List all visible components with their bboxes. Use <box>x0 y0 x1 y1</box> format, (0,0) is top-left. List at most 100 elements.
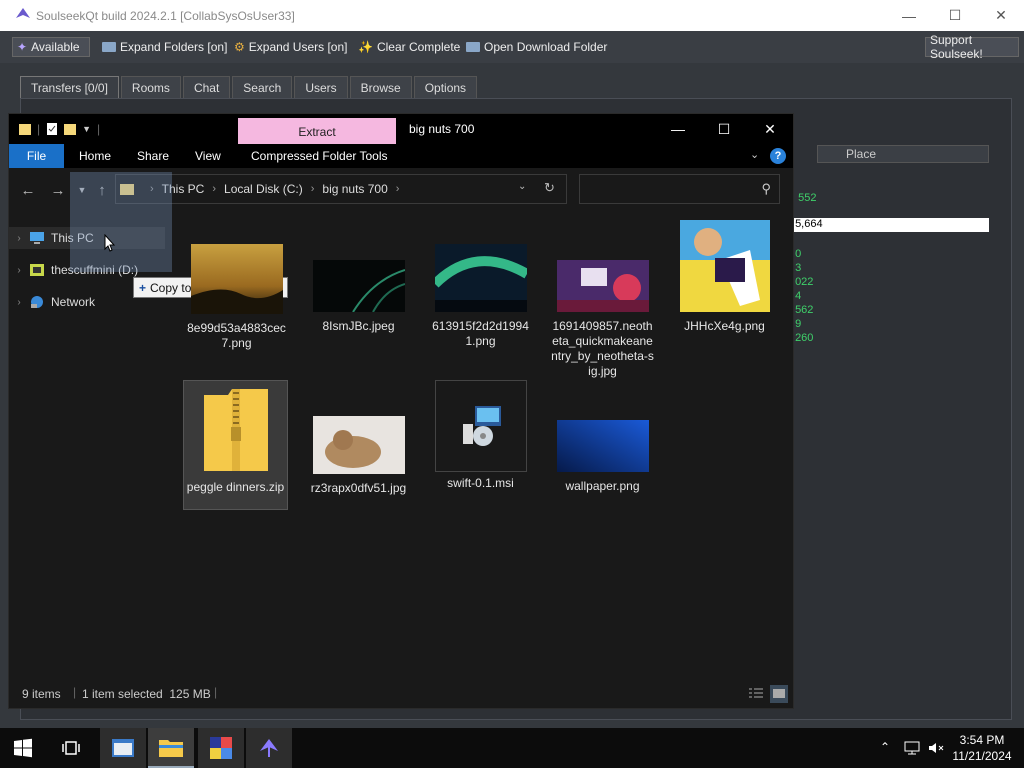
system-clock[interactable]: 3:54 PM 11/21/2024 <box>944 732 1020 764</box>
file-explorer-window: | ▼ | Extract big nuts 700 — ☐ ✕ File Ho… <box>8 113 794 709</box>
volume-muted-icon[interactable] <box>928 741 944 755</box>
back-arrow-icon[interactable]: ← <box>17 180 39 200</box>
properties-icon[interactable] <box>46 122 58 136</box>
breadcrumb-current-folder[interactable]: big nuts 700 <box>322 182 387 196</box>
file-item[interactable]: 613915f2d2d19941.png <box>429 244 532 349</box>
item-count: 9 items <box>22 687 61 701</box>
address-dropdown-icon[interactable]: ⌄ <box>518 181 526 192</box>
tab-chat[interactable]: Chat <box>182 76 231 99</box>
taskbar-app-soulseek[interactable] <box>246 728 292 768</box>
computer-icon <box>30 232 44 244</box>
sunset-image-icon <box>190 244 283 314</box>
tab-browse[interactable]: Browse <box>349 76 412 99</box>
network-status-icon[interactable] <box>904 741 920 755</box>
expand-folders-button[interactable]: Expand Folders [on] <box>98 37 231 57</box>
file-name: rz3rapx0dfv51.jpg <box>310 481 407 495</box>
file-item[interactable]: wallpaper.png <box>551 420 654 494</box>
tab-file[interactable]: File <box>9 144 64 168</box>
chevron-right-icon[interactable]: › <box>9 297 29 308</box>
taskbar-app-file-explorer[interactable] <box>148 728 194 768</box>
file-name: wallpaper.png <box>565 479 640 493</box>
place-column-header[interactable]: Place <box>817 145 989 163</box>
file-name: JHHcXe4g.png <box>684 319 765 333</box>
task-view-button[interactable] <box>48 728 94 768</box>
expand-users-button[interactable]: ⚙ Expand Users [on] <box>230 37 351 57</box>
drag-preview <box>70 172 172 272</box>
file-explorer-icon <box>159 740 183 757</box>
open-download-folder-label: Open Download Folder <box>484 40 608 54</box>
clear-complete-button[interactable]: ✨ Clear Complete <box>354 37 464 57</box>
tab-transfers[interactable]: Transfers [0/0] <box>20 76 119 99</box>
tab-home[interactable]: Home <box>79 144 111 168</box>
details-view-icon[interactable] <box>748 687 764 701</box>
installer-icon <box>462 406 501 446</box>
tab-view[interactable]: View <box>195 144 221 168</box>
file-item[interactable]: 1691409857.neotheta_quickmakeanentry_by_… <box>551 260 654 379</box>
close-button[interactable]: ✕ <box>978 0 1024 31</box>
open-download-folder-button[interactable]: Open Download Folder <box>462 37 611 57</box>
tab-options[interactable]: Options <box>413 76 478 99</box>
address-bar[interactable]: › This PC › Local Disk (C:) › big nuts 7… <box>115 174 567 204</box>
extract-context-tab[interactable]: Extract <box>238 118 396 145</box>
start-button[interactable] <box>0 728 46 768</box>
plus-icon: + <box>139 280 147 295</box>
file-item[interactable]: rz3rapx0dfv51.jpg <box>307 416 410 496</box>
breadcrumb-local-disk[interactable]: Local Disk (C:) <box>224 182 303 196</box>
search-icon: ⚲ <box>761 181 771 196</box>
file-item[interactable]: JHHcXe4g.png <box>673 220 776 334</box>
soulseek-titlebar: SoulseekQt build 2024.2.1 [CollabSysOsUs… <box>0 0 1024 31</box>
anime-image-icon <box>679 220 770 312</box>
file-list-pane: 8e99d53a4883cec7.png 8IsmJBc.jpeg 613915… <box>165 210 793 680</box>
help-icon[interactable]: ? <box>770 148 786 164</box>
place-value: 022 <box>795 276 814 288</box>
chevron-right-icon[interactable]: › <box>9 265 29 276</box>
blue-wallpaper-image-icon <box>556 420 649 472</box>
close-button[interactable]: ✕ <box>747 114 793 144</box>
tab-rooms[interactable]: Rooms <box>120 76 181 99</box>
status-bar: 9 items | 1 item selected 125 MB | <box>9 680 793 708</box>
file-item[interactable]: 8e99d53a4883cec7.png <box>185 244 288 351</box>
separator: | <box>97 122 101 136</box>
customize-quick-access-icon[interactable]: ▼ <box>82 124 91 134</box>
dark-abstract-image-icon <box>312 260 405 313</box>
taskbar: ⌃ 3:54 PM 11/21/2024 <box>0 728 1024 768</box>
minimize-button[interactable]: — <box>886 0 932 31</box>
folder-icon <box>102 42 116 52</box>
status-button[interactable]: ✦ Available <box>12 37 90 57</box>
search-input[interactable]: ⚲ <box>579 174 780 204</box>
refresh-icon[interactable]: ↻ <box>544 180 555 196</box>
tab-share[interactable]: Share <box>137 144 169 168</box>
users-icon: ⚙ <box>234 40 245 54</box>
maximize-button[interactable]: ☐ <box>932 0 978 31</box>
tab-compressed-folder-tools[interactable]: Compressed Folder Tools <box>251 144 388 168</box>
expand-users-label: Expand Users [on] <box>248 40 348 54</box>
separator: | <box>73 685 77 699</box>
minimize-button[interactable]: — <box>655 114 701 144</box>
quick-access-toolbar: | ▼ | <box>19 122 100 136</box>
chevron-right-icon: › <box>212 183 217 195</box>
taskbar-app-paint[interactable] <box>198 728 244 768</box>
show-hidden-icons-chevron-icon[interactable]: ⌃ <box>880 740 890 754</box>
tab-search[interactable]: Search <box>232 76 293 99</box>
support-soulseek-button[interactable]: Support Soulseek! <box>925 33 1019 61</box>
soulseek-tabs: Transfers [0/0] Rooms Chat Search Users … <box>20 76 478 99</box>
file-name: 8IsmJBc.jpeg <box>322 319 395 333</box>
place-value: 5,664 <box>795 218 823 230</box>
tab-users[interactable]: Users <box>294 76 348 99</box>
kitten-image-icon <box>312 416 405 474</box>
colorful-app-icon <box>210 737 232 759</box>
taskbar-app-terminal[interactable] <box>100 728 146 768</box>
forward-arrow-icon[interactable]: → <box>47 180 69 200</box>
zip-folder-icon <box>203 389 268 471</box>
expand-ribbon-icon[interactable]: ⌄ <box>750 148 759 161</box>
new-folder-icon[interactable] <box>64 122 77 136</box>
maximize-button[interactable]: ☐ <box>701 114 747 144</box>
selected-transfer-row[interactable]: 5,664 <box>792 218 989 232</box>
file-item-selected[interactable]: peggle dinners.zip <box>183 380 288 510</box>
file-item[interactable]: 8IsmJBc.jpeg <box>307 260 410 334</box>
chevron-right-icon: › <box>310 183 315 195</box>
chevron-right-icon[interactable]: › <box>9 233 29 244</box>
file-name: 8e99d53a4883cec7.png <box>187 321 286 350</box>
large-icons-view-icon[interactable] <box>770 685 788 703</box>
file-item[interactable]: swift-0.1.msi <box>429 380 532 491</box>
